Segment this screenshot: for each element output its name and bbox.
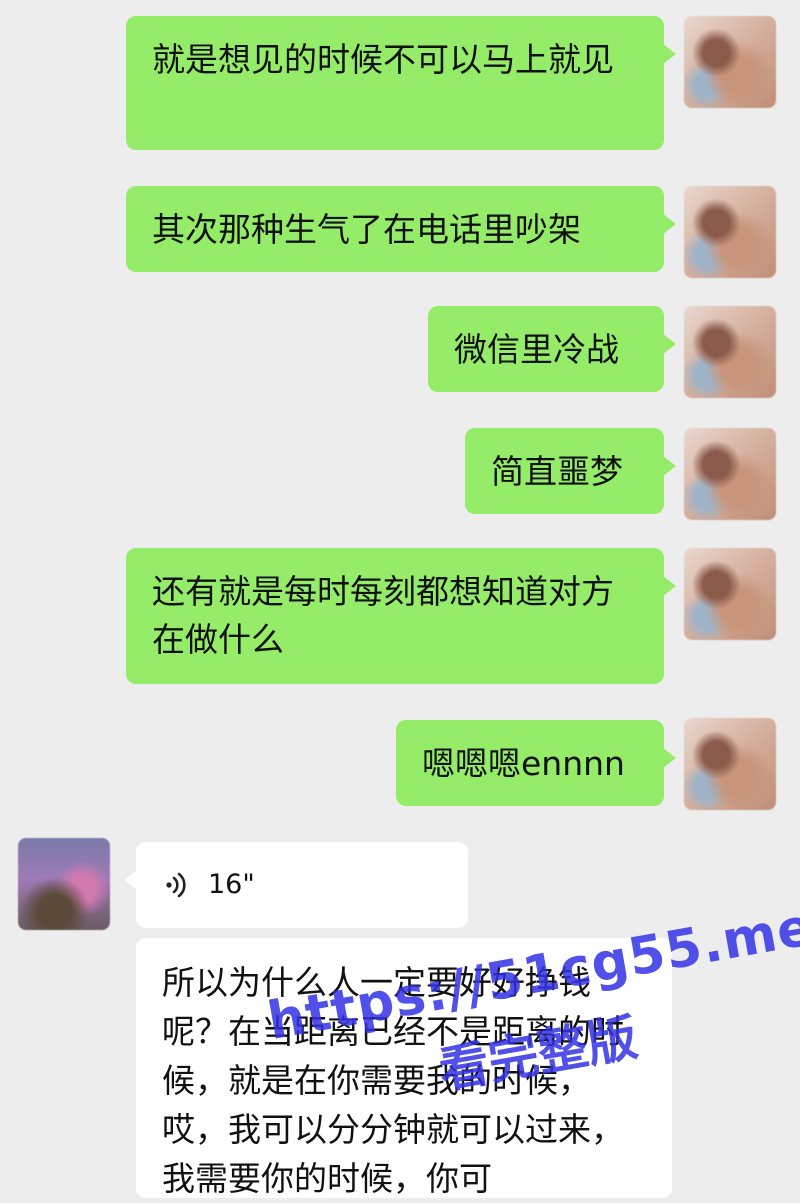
message-bubble-sent[interactable]: 简直噩梦 (465, 428, 676, 514)
message-bubble-sent[interactable]: 其次那种生气了在电话里吵架 (126, 186, 676, 272)
message-text: 还有就是每时每刻都想知道对方在做什么 (152, 572, 614, 659)
message-text: 就是想见的时候不可以马上就见 (152, 40, 614, 79)
message-bubble-sent[interactable]: 嗯嗯嗯ennnn (396, 720, 676, 806)
message-bubble-sent[interactable]: 就是想见的时候不可以马上就见 (126, 16, 676, 150)
message-text: 简直噩梦 (491, 452, 623, 491)
avatar-self[interactable] (684, 428, 776, 520)
message-text: 所以为什么人一定要好好挣钱呢？在当距离已经不是距离的时候，就是在你需要我的时候，… (162, 963, 624, 1198)
sound-wave-icon (166, 872, 186, 898)
message-bubble-sent[interactable]: 微信里冷战 (428, 306, 676, 392)
avatar-self[interactable] (684, 16, 776, 108)
voice-message-bubble[interactable]: 16" (124, 842, 468, 928)
message-bubble-received[interactable]: 所以为什么人一定要好好挣钱呢？在当距离已经不是距离的时候，就是在你需要我的时候，… (136, 938, 672, 1198)
avatar-self[interactable] (684, 718, 776, 810)
voice-duration: 16" (208, 869, 255, 900)
message-text: 嗯嗯嗯ennnn (422, 744, 625, 783)
message-bubble-sent[interactable]: 还有就是每时每刻都想知道对方在做什么 (126, 548, 676, 684)
avatar-self[interactable] (684, 186, 776, 278)
avatar-other[interactable] (18, 838, 110, 930)
avatar-self[interactable] (684, 306, 776, 398)
message-text: 其次那种生气了在电话里吵架 (152, 210, 581, 249)
avatar-self[interactable] (684, 548, 776, 640)
message-text: 微信里冷战 (454, 330, 619, 369)
